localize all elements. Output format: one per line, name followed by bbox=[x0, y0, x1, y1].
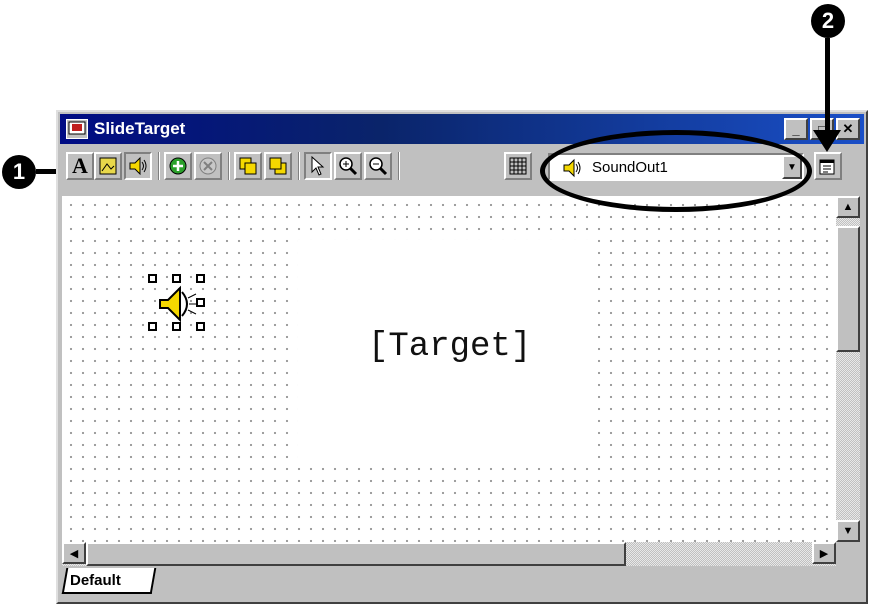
callout-2-arrow-head bbox=[813, 130, 841, 152]
image-icon bbox=[99, 157, 117, 175]
resize-handle[interactable] bbox=[148, 274, 157, 283]
bring-forward-button[interactable] bbox=[234, 152, 262, 180]
zoom-out-button[interactable] bbox=[364, 152, 392, 180]
image-tool-button[interactable] bbox=[94, 152, 122, 180]
text-tool-label: A bbox=[72, 153, 88, 178]
text-tool-button[interactable]: A bbox=[66, 152, 94, 180]
callout-2-badge: 2 bbox=[811, 4, 845, 38]
horizontal-scrollbar[interactable]: ◀ ▶ bbox=[62, 542, 836, 566]
send-backward-button[interactable] bbox=[264, 152, 292, 180]
bring-forward-icon bbox=[239, 157, 257, 175]
add-button[interactable] bbox=[164, 152, 192, 180]
vertical-scroll-thumb[interactable] bbox=[836, 226, 860, 352]
resize-handle[interactable] bbox=[172, 274, 181, 283]
toolbar-separator bbox=[228, 152, 230, 180]
target-label: [Target] bbox=[368, 328, 532, 366]
grid-toggle-button[interactable] bbox=[504, 152, 532, 180]
zoom-out-icon bbox=[369, 157, 388, 176]
scroll-left-button[interactable]: ◀ bbox=[62, 542, 86, 564]
horizontal-scroll-thumb[interactable] bbox=[86, 542, 626, 566]
remove-button[interactable] bbox=[194, 152, 222, 180]
select-tool-button[interactable] bbox=[304, 152, 332, 180]
resize-handle[interactable] bbox=[196, 322, 205, 331]
pointer-icon bbox=[311, 156, 325, 176]
callout-2-arrow-stem bbox=[825, 38, 830, 136]
remove-circle-icon bbox=[199, 157, 217, 175]
slide-canvas[interactable]: [Target] bbox=[62, 196, 836, 542]
callout-2-ellipse bbox=[540, 130, 812, 212]
toolbar-separator bbox=[298, 152, 300, 180]
zoom-in-button[interactable] bbox=[334, 152, 362, 180]
tab-default-label: Default bbox=[70, 572, 121, 589]
toolbar-separator bbox=[158, 152, 160, 180]
scroll-up-button[interactable]: ▲ bbox=[836, 196, 860, 218]
minimize-button[interactable]: _ bbox=[784, 118, 808, 140]
scroll-down-button[interactable]: ▼ bbox=[836, 520, 860, 542]
resize-handle[interactable] bbox=[172, 322, 181, 331]
add-circle-icon bbox=[169, 157, 187, 175]
window-title: SlideTarget bbox=[94, 119, 186, 138]
resize-handle[interactable] bbox=[148, 322, 157, 331]
callout-1-badge: 1 bbox=[2, 155, 36, 189]
send-backward-icon bbox=[269, 157, 287, 175]
vertical-scrollbar[interactable]: ▲ ▼ bbox=[836, 196, 860, 542]
properties-icon bbox=[819, 159, 835, 175]
zoom-in-icon bbox=[339, 157, 358, 176]
speaker-icon bbox=[129, 157, 147, 175]
selected-sound-object[interactable] bbox=[148, 274, 206, 336]
app-icon bbox=[66, 119, 88, 139]
resize-handle[interactable] bbox=[196, 274, 205, 283]
toolbar-separator bbox=[398, 152, 400, 180]
sound-tool-button[interactable] bbox=[124, 152, 152, 180]
scroll-right-button[interactable]: ▶ bbox=[812, 542, 836, 564]
grid-icon bbox=[509, 157, 527, 175]
resize-handle[interactable] bbox=[196, 298, 205, 307]
properties-button[interactable] bbox=[814, 152, 842, 180]
speaker-icon bbox=[159, 285, 198, 323]
